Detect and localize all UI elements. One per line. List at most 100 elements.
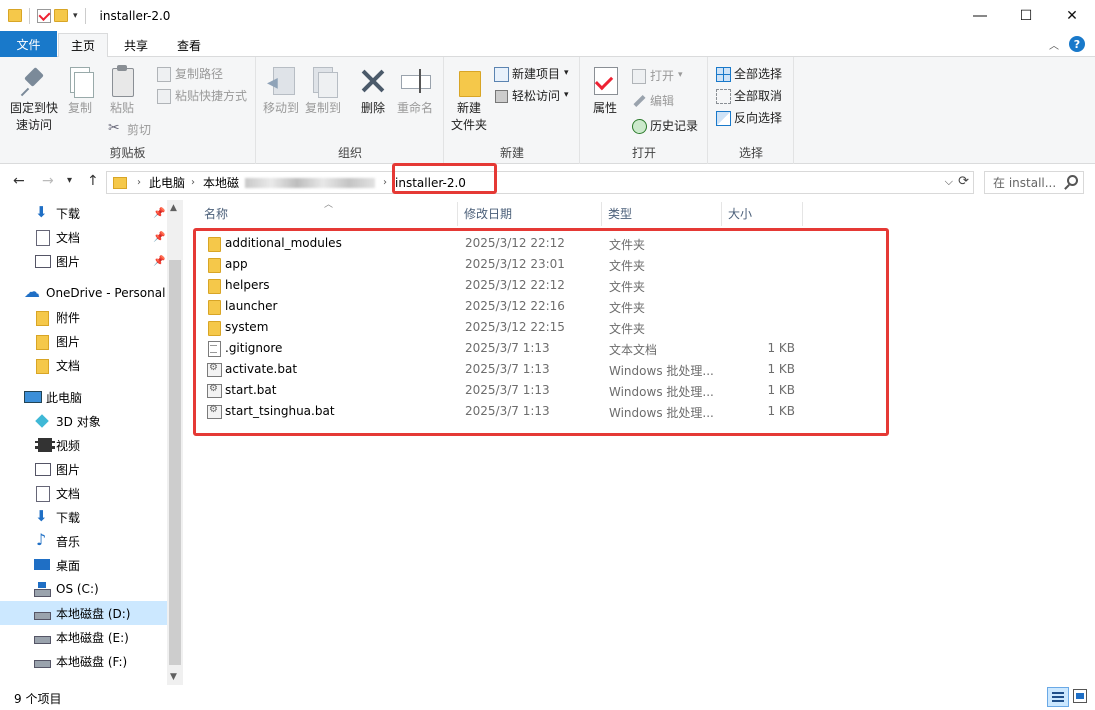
nav-3d-objects[interactable]: 3D 对象 <box>34 409 167 433</box>
up-button[interactable]: ↑ <box>87 173 99 189</box>
computer-icon <box>24 389 42 405</box>
file-name: additional_modules <box>225 236 342 250</box>
properties-button[interactable]: 属性 <box>585 65 625 117</box>
scroll-down-icon[interactable]: ▼ <box>170 672 177 682</box>
pin-icon <box>18 65 50 97</box>
nav-local-disk-e[interactable]: 本地磁盘 (E:) <box>34 625 167 649</box>
3d-objects-icon <box>34 413 50 429</box>
chevron-right-icon[interactable]: › <box>383 177 387 188</box>
history-button[interactable]: 历史记录 <box>631 115 698 135</box>
address-bar[interactable]: › 此电脑 › 本地磁 › installer-2.0 ⌵ ⟳ <box>106 171 974 194</box>
address-history-dropdown[interactable]: ⌵ <box>945 175 953 189</box>
tab-home[interactable]: 主页 <box>58 33 108 58</box>
back-button[interactable]: ← <box>13 173 25 189</box>
file-row[interactable]: activate.bat 2025/3/7 1:13 Windows 批处理... 1… <box>196 359 886 380</box>
nav-local-disk-f[interactable]: 本地磁盘 (F:) <box>34 649 167 673</box>
file-row[interactable]: system 2025/3/12 22:15 文件夹 <box>196 317 886 338</box>
new-folder-button[interactable]: 新建 文件夹 <box>449 65 489 134</box>
paste-shortcut-button[interactable]: 粘贴快捷方式 <box>156 85 247 105</box>
move-to-label: 移动到 <box>262 101 299 115</box>
column-header-date[interactable]: 修改日期 <box>458 200 601 226</box>
clipboard-group: 固定到快 速访问 复制 粘贴 复制路径 粘贴快捷方式 剪切 剪贴板 <box>0 57 256 164</box>
file-row[interactable]: additional_modules 2025/3/12 22:12 文件夹 <box>196 233 886 254</box>
rename-button[interactable]: 重命名 <box>395 65 435 117</box>
invert-selection-button[interactable]: 反向选择 <box>715 107 782 127</box>
edit-button[interactable]: 编辑 <box>631 90 674 110</box>
music-icon <box>34 530 50 549</box>
documents-icon <box>34 485 50 502</box>
nav-quick-documents[interactable]: 文档 <box>34 225 167 249</box>
scrollbar-thumb[interactable] <box>169 260 181 665</box>
nav-onedrive-pictures[interactable]: 图片 <box>34 329 167 353</box>
nav-onedrive[interactable]: OneDrive - Personal <box>24 281 167 305</box>
paste-button[interactable]: 粘贴 <box>104 65 140 117</box>
nav-downloads[interactable]: 下载 <box>34 505 167 529</box>
help-icon[interactable]: ? <box>1069 36 1085 52</box>
file-row[interactable]: helpers 2025/3/12 22:12 文件夹 <box>196 275 886 296</box>
move-to-button[interactable]: 移动到 <box>261 65 301 117</box>
copy-path-label: 复制路径 <box>175 66 224 81</box>
breadcrumb-current-folder[interactable]: installer-2.0 <box>395 176 466 190</box>
search-input[interactable]: 在 install... <box>984 171 1084 194</box>
file-row[interactable]: launcher 2025/3/12 22:16 文件夹 <box>196 296 886 317</box>
large-icons-view-button[interactable] <box>1073 689 1087 703</box>
column-divider[interactable] <box>802 202 803 226</box>
file-row[interactable]: start.bat 2025/3/7 1:13 Windows 批处理... 1 KB <box>196 380 886 401</box>
file-row[interactable]: .gitignore 2025/3/7 1:13 文本文档 1 KB <box>196 338 886 359</box>
folder-icon[interactable] <box>8 9 22 22</box>
refresh-icon[interactable]: ⟳ <box>958 174 969 189</box>
cut-button[interactable]: 剪切 <box>108 119 151 139</box>
nav-pictures[interactable]: 图片 <box>34 457 167 481</box>
nav-onedrive-documents[interactable]: 文档 <box>34 353 167 377</box>
nav-quick-downloads[interactable]: 下载 <box>34 201 167 225</box>
copy-path-button[interactable]: 复制路径 <box>156 63 223 83</box>
chevron-right-icon[interactable]: › <box>191 177 195 188</box>
easy-access-button[interactable]: 轻松访问 ▾ <box>493 85 569 105</box>
file-row[interactable]: start_tsinghua.bat 2025/3/7 1:13 Windows 批… <box>196 401 886 422</box>
copy-button[interactable]: 复制 <box>62 65 98 117</box>
batch-file-icon <box>206 362 222 377</box>
collapse-ribbon-icon[interactable]: ︿ <box>1049 37 1059 52</box>
customize-toolbar-dropdown-icon[interactable]: ▾ <box>73 11 78 21</box>
details-view-button[interactable] <box>1047 687 1069 707</box>
file-row[interactable]: app 2025/3/12 23:01 文件夹 <box>196 254 886 275</box>
nav-local-disk-d[interactable]: 本地磁盘 (D:) <box>0 601 167 625</box>
tab-share[interactable]: 共享 <box>110 33 162 57</box>
copy-to-button[interactable]: 复制到 <box>303 65 343 117</box>
nav-desktop[interactable]: 桌面 <box>34 553 167 577</box>
maximize-button[interactable]: ☐ <box>1003 0 1049 31</box>
recent-locations-dropdown[interactable]: ▾ <box>67 175 72 186</box>
nav-videos[interactable]: 视频 <box>34 433 167 457</box>
select-none-button[interactable]: 全部取消 <box>715 85 782 105</box>
nav-this-pc[interactable]: 此电脑 <box>24 385 167 409</box>
select-all-button[interactable]: 全部选择 <box>715 63 782 83</box>
breadcrumb-this-pc[interactable]: 此电脑 <box>149 174 185 191</box>
minimize-button[interactable]: ― <box>957 0 1003 31</box>
new-item-button[interactable]: 新建项目 ▾ <box>493 63 569 83</box>
pin-quick-access-button[interactable]: 固定到快 速访问 <box>6 65 62 134</box>
forward-button[interactable]: → <box>42 173 54 189</box>
folder-icon <box>34 357 50 374</box>
tab-file[interactable]: 文件 <box>0 31 57 57</box>
file-type: 文件夹 <box>609 322 646 336</box>
chevron-right-icon[interactable]: › <box>137 177 141 188</box>
nav-music[interactable]: 音乐 <box>34 529 167 553</box>
new-folder-icon[interactable] <box>54 9 68 22</box>
column-header-type[interactable]: 类型 <box>602 200 720 226</box>
nav-quick-pictures[interactable]: 图片 <box>34 249 167 273</box>
delete-button[interactable]: 删除 <box>355 65 391 117</box>
nav-label: 文档 <box>56 358 81 373</box>
nav-onedrive-attachments[interactable]: 附件 <box>34 305 167 329</box>
nav-os-c[interactable]: OS (C:) <box>34 577 167 601</box>
column-header-name[interactable]: 名称 <box>198 200 456 226</box>
search-icon[interactable] <box>1067 175 1078 186</box>
breadcrumb-local-disk[interactable]: 本地磁 <box>203 174 239 191</box>
properties-icon[interactable] <box>37 8 51 23</box>
nav-scrollbar[interactable]: ▲ ▼ <box>167 200 183 685</box>
open-button[interactable]: 打开 ▾ <box>631 65 683 85</box>
tab-view[interactable]: 查看 <box>164 33 214 57</box>
column-header-size[interactable]: 大小 <box>722 200 802 226</box>
nav-documents[interactable]: 文档 <box>34 481 167 505</box>
close-button[interactable]: ✕ <box>1049 0 1095 31</box>
scroll-up-icon[interactable]: ▲ <box>170 203 177 213</box>
